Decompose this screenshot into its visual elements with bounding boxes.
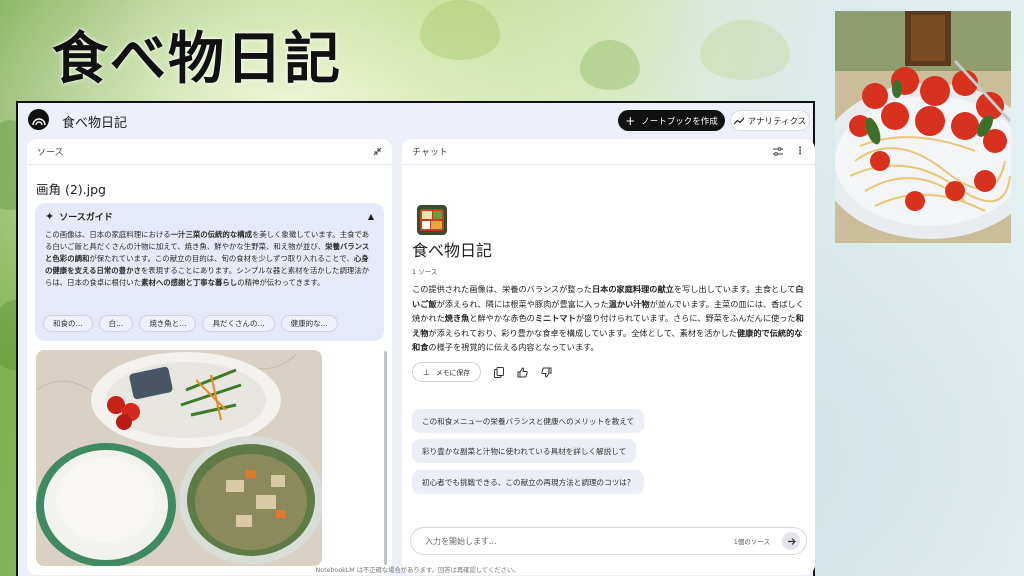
chat-input-source-count: 1個のソース bbox=[733, 538, 770, 546]
sources-scrollbar[interactable] bbox=[384, 351, 387, 565]
suggested-question[interactable]: 初心者でも挑戦できる、この献立の再現方法と調理のコツは？ bbox=[412, 470, 645, 494]
notebook-title: 食べ物日記 bbox=[412, 241, 493, 260]
disclaimer-footer: NotebookLM は不正確な場合があります。回答は再確認してください。 bbox=[315, 567, 520, 574]
send-arrow-icon bbox=[787, 537, 796, 545]
source-file-title: 画角 (2).jpg bbox=[36, 182, 106, 197]
notebooklm-window: 食べ物日記 + ノートブックを作成 アナリティクス ソース 画角 (2).jpg… bbox=[16, 101, 815, 576]
topic-chip[interactable]: 焼き魚と... bbox=[139, 315, 197, 332]
chat-header-actions: ⋮ bbox=[773, 146, 805, 157]
guide-text: の精神が伝わってきます。 bbox=[237, 278, 325, 287]
source-guide-header: ✦ ソースガイド ▲ bbox=[45, 210, 374, 223]
background-leaf bbox=[580, 40, 640, 90]
summary-text: の様子を視覚的に伝える内容となっています。 bbox=[428, 342, 599, 352]
sources-header-label: ソース bbox=[37, 148, 64, 158]
summary-text: と鮮やかな赤色の bbox=[469, 313, 535, 323]
summary-text: が盛り付けられています。さらに、野菜をふんだんに使った bbox=[575, 313, 796, 323]
guide-text: この画像は、日本の家庭料理における bbox=[45, 230, 171, 239]
summary-text: が添えられており、彩り豊かな食卓を構成しています。全体として、素材を活かした bbox=[428, 327, 737, 338]
summary-text: を写し出しています。主食として bbox=[673, 284, 796, 294]
chat-input-placeholder: 入力を開始します... bbox=[425, 536, 497, 546]
guide-highlight: 素材への感謝と丁寧な暮らし bbox=[141, 278, 238, 287]
background-leaf bbox=[420, 0, 500, 60]
suggested-question[interactable]: この和食メニューの栄養バランスと健康へのメリットを教えて bbox=[412, 409, 645, 433]
response-actions: ⊥ メモに保存 bbox=[412, 362, 553, 382]
background-leaf bbox=[700, 20, 790, 80]
topic-chip[interactable]: 白... bbox=[98, 315, 134, 332]
more-vert-icon[interactable]: ⋮ bbox=[795, 146, 805, 157]
spaghetti-photo bbox=[835, 11, 1011, 243]
chat-panel-header: チャット ⋮ bbox=[402, 139, 815, 165]
sources-panel-header: ソース bbox=[27, 139, 392, 165]
create-notebook-label: ノートブックを作成 bbox=[641, 116, 718, 127]
sources-panel: ソース 画角 (2).jpg ✦ ソースガイド ▲ この画像は、日本の家庭料理に… bbox=[27, 139, 392, 575]
meal-photo bbox=[36, 350, 322, 566]
plus-icon: + bbox=[625, 113, 636, 128]
chevron-up-icon[interactable]: ▲ bbox=[368, 212, 374, 221]
source-guide-summary: この画像は、日本の家庭料理における一汁三菜の伝統的な構成を美しく象徴しています。… bbox=[45, 229, 374, 289]
guide-highlight: 一汁三菜の伝統的な構成 bbox=[170, 230, 252, 239]
chat-header-label: チャット bbox=[412, 148, 448, 158]
source-guide: ✦ ソースガイド ▲ この画像は、日本の家庭料理における一汁三菜の伝統的な構成を… bbox=[35, 203, 384, 341]
summary-highlight: ミニトマト bbox=[534, 313, 576, 323]
summary-highlight: 日本の家庭料理の献立 bbox=[591, 284, 674, 294]
topic-chips: 和食の... 白... 焼き魚と... 具だくさんの... 健康的な... bbox=[43, 315, 338, 332]
guide-text: が保たれています。この献立の目的は、旬の食材を少しずつ取り入れることで、 bbox=[89, 254, 354, 263]
pin-icon: ⊥ bbox=[423, 367, 430, 377]
notebook-logo-icon[interactable] bbox=[28, 109, 49, 130]
source-guide-title: ソースガイド bbox=[59, 213, 113, 223]
chat-panel: チャット ⋮ 食べ物日記 1 ソース この提供された画像は、栄養のバランスが整っ… bbox=[402, 139, 815, 575]
summary-highlight: 焼き魚 bbox=[444, 313, 470, 323]
notebook-emoji-icon bbox=[417, 205, 447, 235]
notebook-summary: この提供された画像は、栄養のバランスが整った日本の家庭料理の献立を写し出していま… bbox=[412, 282, 808, 355]
topic-chip[interactable]: 健康的な... bbox=[280, 315, 338, 332]
notebook-name: 食べ物日記 bbox=[62, 116, 128, 131]
summary-highlight: 温かい汁物 bbox=[608, 298, 650, 309]
analytics-icon bbox=[733, 117, 744, 124]
summary-text: この提供された画像は、栄養のバランスが整った bbox=[412, 284, 592, 294]
topic-chip[interactable]: 具だくさんの... bbox=[202, 315, 275, 332]
sparkle-icon: ✦ bbox=[45, 210, 55, 223]
thumb-up-icon[interactable] bbox=[517, 366, 529, 378]
summary-text: が添えられ、隣には根菜や豚肉が豊富に入った bbox=[436, 298, 609, 309]
topic-chip[interactable]: 和食の... bbox=[43, 315, 93, 332]
notebook-source-count: 1 ソース bbox=[412, 268, 438, 276]
suggested-question[interactable]: 彩り豊かな副菜と汁物に使われている具材を詳しく解説して bbox=[412, 439, 637, 463]
save-to-note-label: メモに保存 bbox=[435, 369, 470, 377]
analytics-button[interactable]: アナリティクス bbox=[730, 110, 810, 131]
tune-icon[interactable] bbox=[773, 147, 783, 156]
create-notebook-button[interactable]: + ノートブックを作成 bbox=[618, 110, 725, 131]
app-header: 食べ物日記 + ノートブックを作成 アナリティクス bbox=[18, 103, 813, 137]
copy-icon[interactable] bbox=[493, 366, 505, 378]
source-guide-title-wrap: ✦ ソースガイド bbox=[45, 210, 113, 223]
analytics-label: アナリティクス bbox=[747, 116, 807, 127]
send-button[interactable] bbox=[782, 532, 800, 550]
slide-title: 食べ物日記 bbox=[52, 27, 342, 92]
collapse-panel-icon[interactable] bbox=[373, 147, 382, 156]
save-to-note-button[interactable]: ⊥ メモに保存 bbox=[412, 362, 481, 382]
thumb-down-icon[interactable] bbox=[541, 366, 553, 378]
chat-input[interactable]: 入力を開始します... 1個のソース bbox=[410, 527, 807, 555]
